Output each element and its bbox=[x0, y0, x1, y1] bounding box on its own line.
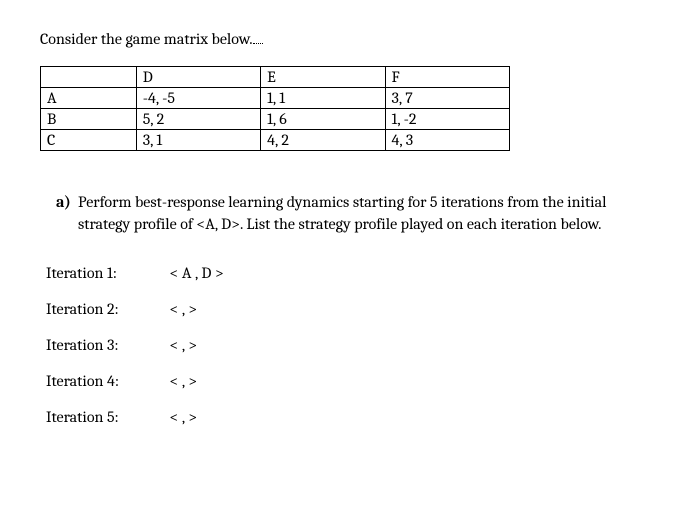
question-a: a)Perform best-response learning dynamic… bbox=[40, 191, 635, 236]
iteration-5-value: < , > bbox=[170, 408, 198, 426]
matrix-row-c: C 3, 1 4, 2 4, 3 bbox=[41, 130, 510, 151]
iteration-2-value: < , > bbox=[170, 300, 198, 318]
iteration-5: Iteration 5: < , > bbox=[40, 408, 635, 426]
matrix-cell-a-d: -4, -5 bbox=[136, 88, 260, 109]
matrix-header-d: D bbox=[136, 67, 260, 88]
matrix-cell-b-d: 5, 2 bbox=[136, 109, 260, 130]
matrix-cell-c-e: 4, 2 bbox=[261, 130, 385, 151]
iteration-4: Iteration 4: < , > bbox=[40, 372, 635, 390]
matrix-cell-a-f: 3, 7 bbox=[385, 88, 509, 109]
matrix-cell-c-f: 4, 3 bbox=[385, 130, 509, 151]
iteration-4-value: < , > bbox=[170, 372, 198, 390]
iteration-3: Iteration 3: < , > bbox=[40, 336, 635, 354]
matrix-cell-b-e: 1, 6 bbox=[261, 109, 385, 130]
matrix-row-a: A -4, -5 1, 1 3, 7 bbox=[41, 88, 510, 109]
cursor-marker bbox=[253, 43, 263, 44]
matrix-header-row: D E F bbox=[41, 67, 510, 88]
iteration-3-label: Iteration 3: bbox=[46, 336, 166, 354]
matrix-header-e: E bbox=[261, 67, 385, 88]
matrix-cell-c-d: 3, 1 bbox=[136, 130, 260, 151]
iteration-4-label: Iteration 4: bbox=[46, 372, 166, 390]
intro-content: Consider the game matrix below. bbox=[40, 30, 253, 48]
intro-text: Consider the game matrix below. bbox=[40, 30, 635, 48]
iteration-5-label: Iteration 5: bbox=[46, 408, 166, 426]
matrix-rowlabel-c: C bbox=[41, 130, 137, 151]
matrix-cell-a-e: 1, 1 bbox=[261, 88, 385, 109]
matrix-rowlabel-a: A bbox=[41, 88, 137, 109]
iteration-2-label: Iteration 2: bbox=[46, 300, 166, 318]
iteration-2: Iteration 2: < , > bbox=[40, 300, 635, 318]
iteration-1: Iteration 1: < A , D > bbox=[40, 264, 635, 282]
iteration-1-label: Iteration 1: bbox=[46, 264, 166, 282]
iteration-3-value: < , > bbox=[170, 336, 198, 354]
matrix-header-f: F bbox=[385, 67, 509, 88]
question-text: Perform best-response learning dynamics … bbox=[78, 193, 606, 233]
question-label: a) bbox=[56, 191, 78, 213]
game-matrix-table: D E F A -4, -5 1, 1 3, 7 B 5, 2 1, 6 1, … bbox=[40, 66, 510, 151]
matrix-rowlabel-b: B bbox=[41, 109, 137, 130]
matrix-cell-b-f: 1, -2 bbox=[385, 109, 509, 130]
matrix-header-blank bbox=[41, 67, 137, 88]
matrix-row-b: B 5, 2 1, 6 1, -2 bbox=[41, 109, 510, 130]
iteration-1-value: < A , D > bbox=[170, 264, 224, 282]
